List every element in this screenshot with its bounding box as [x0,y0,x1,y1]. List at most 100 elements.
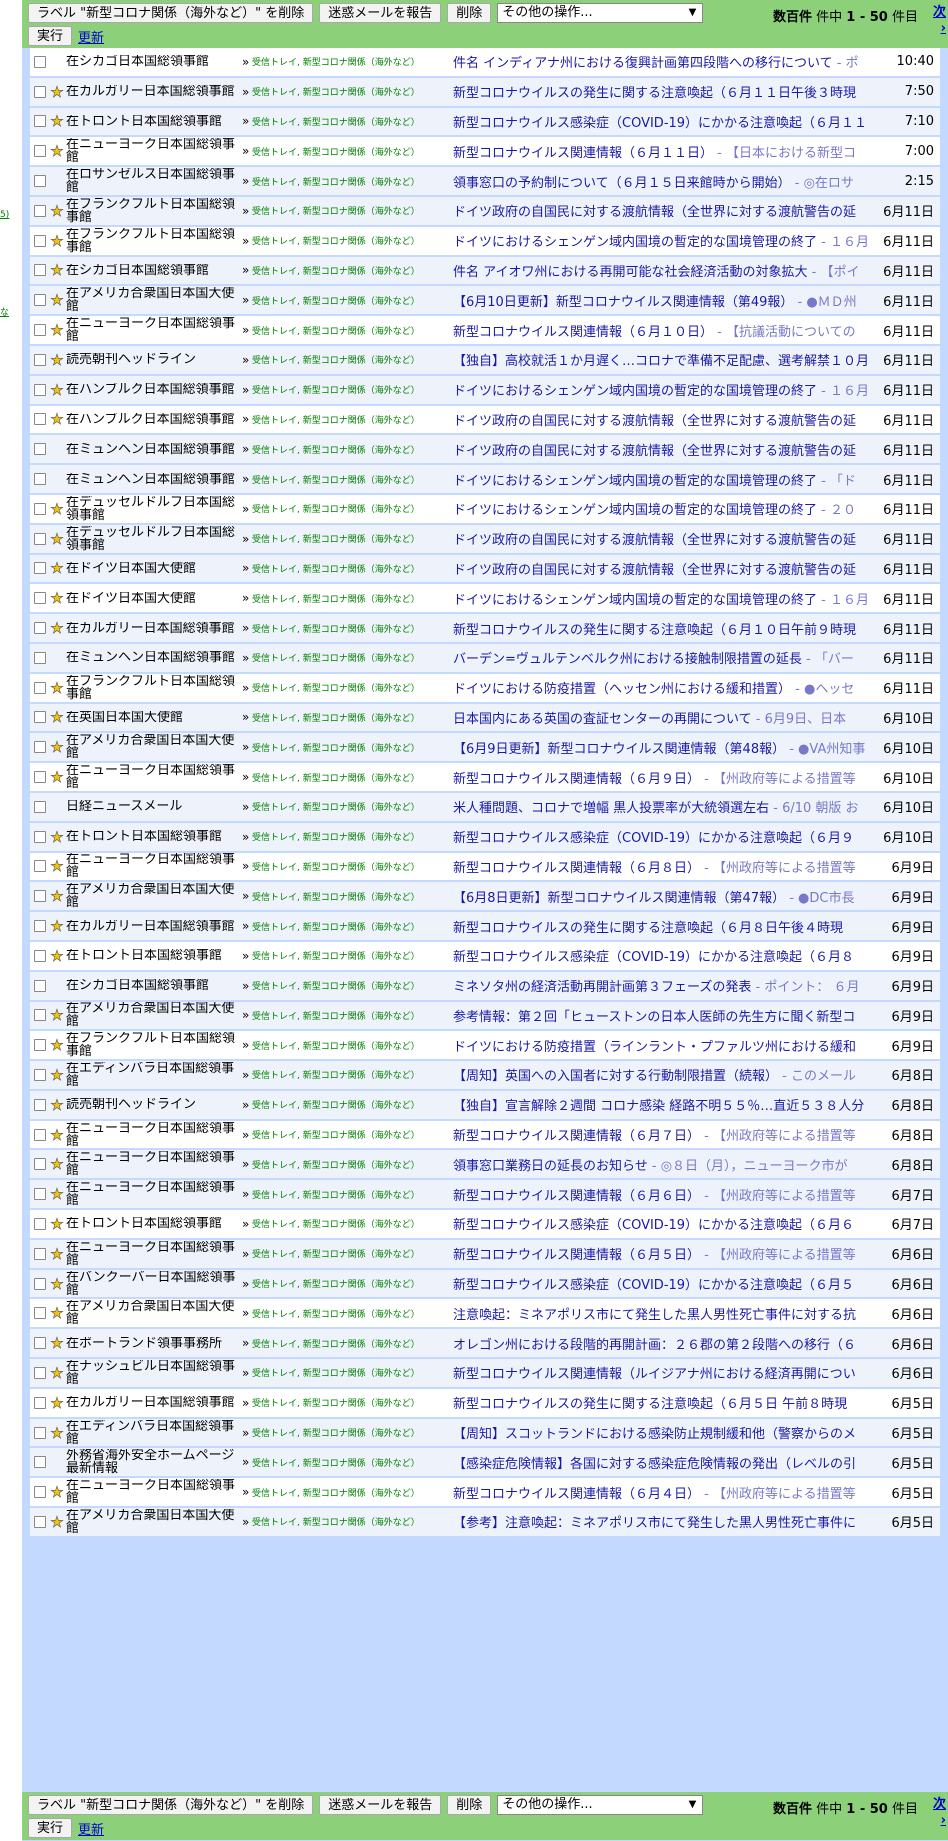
email-row[interactable]: ★ 在ニューヨーク日本国総領事館 » 受信トレイ, 新型コロナ関係（海外など） 新型コロ… [30,1478,940,1509]
star-icon[interactable]: ★ [48,1125,66,1144]
row-checkbox[interactable] [34,800,46,813]
email-subject[interactable]: 新型コロナウイルス関連情報（６月４日） - 【州政府等による措置等 [453,1483,882,1502]
email-subject[interactable]: 【6月10日更新】新型コロナウイルス関連情報（第49報） - ●ＭＤ州 [453,291,882,310]
email-subject[interactable]: ドイツ政府の自国民に対する渡航情報（全世界に対する渡航警告の延 [453,440,882,459]
star-icon[interactable]: ★ [48,768,66,787]
email-row[interactable]: 在シカゴ日本国総領事館 » 受信トレイ, 新型コロナ関係（海外など） 件名 インディア… [30,48,940,78]
email-subject[interactable]: 【周知】英国への入国者に対する行動制限措置（続報） - このメール [453,1065,882,1084]
email-row[interactable]: ★ 在トロント日本国総領事館 » 受信トレイ, 新型コロナ関係（海外など） 新型コロナウ… [30,822,940,853]
star-icon[interactable]: ★ [48,1393,66,1412]
email-row[interactable]: ★ 在ニューヨーク日本国総領事館 » 受信トレイ, 新型コロナ関係（海外など） 領事窓口… [30,1150,940,1181]
star-icon[interactable]: ★ [48,678,66,697]
email-row[interactable]: ★ 在ニューヨーク日本国総領事館 » 受信トレイ, 新型コロナ関係（海外など） 新型コロ… [30,137,940,168]
email-row[interactable]: ★ 在ポートランド領事事務所 » 受信トレイ, 新型コロナ関係（海外など） オレゴン州に… [30,1329,940,1360]
email-subject[interactable]: 新型コロナウイルス感染症（COVID-19）にかかる注意喚起（６月８ [453,946,882,965]
row-checkbox[interactable] [34,1426,46,1439]
row-checkbox[interactable] [34,1188,46,1201]
email-subject[interactable]: 新型コロナウイルスの発生に関する注意喚起（６月１０日午前９時現 [453,619,882,638]
email-row[interactable]: ★ 在トロント日本国総領事館 » 受信トレイ, 新型コロナ関係（海外など） 新型コロナウ… [30,1210,940,1240]
email-row[interactable]: 在ミュンヘン日本国総領事館 » 受信トレイ, 新型コロナ関係（海外など） バーデン=ヴ… [30,643,940,674]
row-checkbox[interactable] [34,1366,46,1379]
star-icon[interactable]: ★ [48,529,66,548]
email-row[interactable]: ★ 在ハンブルク日本国総領事館 » 受信トレイ, 新型コロナ関係（海外など） ドイツにお… [30,375,940,406]
email-row[interactable]: ★ 読売朝刊ヘッドライン » 受信トレイ, 新型コロナ関係（海外など） 【独自】宣言解除… [30,1090,940,1121]
email-subject[interactable]: ドイツにおける防疫措置（ヘッセン州における緩和措置） - ●ヘッセ [453,678,882,697]
row-checkbox[interactable] [34,1009,46,1022]
email-row[interactable]: ★ 在ニューヨーク日本国総領事館 » 受信トレイ, 新型コロナ関係（海外など） 新型コロ… [30,1180,940,1211]
email-subject[interactable]: 【感染症危険情報】各国に対する感染症危険情報の発出（レベルの引 [453,1453,882,1472]
star-icon[interactable]: ★ [48,112,66,131]
email-row[interactable]: ★ 読売朝刊ヘッドライン » 受信トレイ, 新型コロナ関係（海外など） 【独自】高校就活… [30,345,940,376]
email-row[interactable]: ★ 在英国日本国大使館 » 受信トレイ, 新型コロナ関係（海外など） 日本国内にある英国… [30,703,940,734]
email-subject[interactable]: 注意喚起：ミネアポリス市にて発生した黒人男性死亡事件に対する抗 [453,1304,882,1323]
sidebar-fragment[interactable]: な [0,305,9,318]
email-subject[interactable]: 新型コロナウイルス関連情報（６月５日） - 【州政府等による措置等 [453,1244,882,1263]
email-row[interactable]: ★ 在アメリカ合衆国日本国大使館 » 受信トレイ, 新型コロナ関係（海外など） 【6月9… [30,733,940,764]
email-row[interactable]: 外務省海外安全ホームページ 最新情報» 受信トレイ, 新型コロナ関係（海外など） 【… [30,1448,940,1479]
row-checkbox[interactable] [34,324,46,337]
execute-button[interactable]: 実行 [28,1818,73,1838]
email-row[interactable]: 在ミュンヘン日本国総領事館 » 受信トレイ, 新型コロナ関係（海外など） ドイツ政府の… [30,435,940,466]
email-row[interactable]: ★ 在バンクーバー日本国総領事館 » 受信トレイ, 新型コロナ関係（海外など） 新型コロ… [30,1269,940,1300]
row-checkbox[interactable] [34,1039,46,1052]
row-checkbox[interactable] [34,115,46,128]
email-subject[interactable]: 新型コロナウイルス関連情報（６月９日） - 【州政府等による措置等 [453,768,882,787]
email-subject[interactable]: バーデン=ヴュルテンベルク州における接触制限措置の延長 - 「バー [453,648,882,667]
email-subject[interactable]: 件名 インディアナ州における復興計画第四段階への移行について - ポ [453,52,882,71]
star-icon[interactable]: ★ [48,261,66,280]
row-checkbox[interactable] [34,473,46,486]
email-row[interactable]: ★ 在ハンブルク日本国総領事館 » 受信トレイ, 新型コロナ関係（海外など） ドイツ政府… [30,405,940,436]
execute-button[interactable]: 実行 [28,26,73,46]
star-icon[interactable]: ★ [48,1036,66,1055]
more-actions-select[interactable]: その他の操作... ▼ [497,1795,704,1815]
row-checkbox[interactable] [34,830,46,843]
row-checkbox[interactable] [34,383,46,396]
star-icon[interactable]: ★ [48,917,66,936]
row-checkbox[interactable] [34,622,46,635]
row-checkbox[interactable] [34,592,46,605]
email-row[interactable]: 在シカゴ日本国総領事館 » 受信トレイ, 新型コロナ関係（海外など） ミネソタ州の経済… [30,971,940,1002]
star-icon[interactable]: ★ [48,142,66,161]
email-row[interactable]: ★ 在デュッセルドルフ日本国総領事館 » 受信トレイ, 新型コロナ関係（海外など） ドイ… [30,524,940,555]
row-checkbox[interactable] [34,1128,46,1141]
email-row[interactable]: ★ 在フランクフルト日本国総領事館 » 受信トレイ, 新型コロナ関係（海外など） ドイツ… [30,226,940,257]
email-row[interactable]: ★ 在デュッセルドルフ日本国総領事館 » 受信トレイ, 新型コロナ関係（海外など） ドイ… [30,494,940,525]
row-checkbox[interactable] [34,771,46,784]
row-checkbox[interactable] [34,1158,46,1171]
star-icon[interactable]: ★ [48,1423,66,1442]
email-row[interactable]: ★ 在アメリカ合衆国日本国大使館 » 受信トレイ, 新型コロナ関係（海外など） 参考情報… [30,1001,940,1032]
email-row[interactable]: ★ 在アメリカ合衆国日本国大使館 » 受信トレイ, 新型コロナ関係（海外など） 注意喚起… [30,1299,940,1330]
email-subject[interactable]: 新型コロナウイルス関連情報（６月８日） - 【州政府等による措置等 [453,857,882,876]
email-row[interactable]: ★ 在ニューヨーク日本国総領事館 » 受信トレイ, 新型コロナ関係（海外など） 新型コロ… [30,316,940,346]
row-checkbox[interactable] [34,443,46,456]
star-icon[interactable]: ★ [48,1155,66,1174]
row-checkbox[interactable] [34,860,46,873]
row-checkbox[interactable] [34,651,46,664]
email-subject[interactable]: 新型コロナウイルス感染症（COVID-19）にかかる注意喚起（６月９ [453,827,882,846]
star-icon[interactable]: ★ [48,1006,66,1025]
sidebar-fragment[interactable]: 5) [0,210,9,220]
row-checkbox[interactable] [34,949,46,962]
star-icon[interactable]: ★ [48,738,66,757]
email-row[interactable]: 日経ニュースメール » 受信トレイ, 新型コロナ関係（海外など） 米人種問題、コロナで… [30,792,940,823]
email-row[interactable]: ★ 在エディンバラ日本国総領事館 » 受信トレイ, 新型コロナ関係（海外など） 【周知】… [30,1418,940,1449]
email-subject[interactable]: ドイツにおけるシェンゲン域内国境の暫定的な国境管理の終了 - １６月 [453,589,882,608]
email-row[interactable]: ★ 在フランクフルト日本国総領事館 » 受信トレイ, 新型コロナ関係（海外など） ドイツ… [30,196,940,227]
star-icon[interactable]: ★ [48,500,66,519]
star-icon[interactable]: ★ [48,1513,66,1532]
email-subject[interactable]: ドイツにおけるシェンゲン域内国境の暫定的な国境管理の終了 - １６月 [453,231,882,250]
star-icon[interactable]: ★ [48,559,66,578]
email-subject[interactable]: ドイツ政府の自国民に対する渡航情報（全世界に対する渡航警告の延 [453,529,882,548]
email-subject[interactable]: 新型コロナウイルス関連情報（６月１０日） - 【抗議活動についての [453,321,882,340]
email-row[interactable]: ★ 在ニューヨーク日本国総領事館 » 受信トレイ, 新型コロナ関係（海外など） 新型コロ… [30,1239,940,1270]
email-row[interactable]: ★ 在カルガリー日本国総領事館 » 受信トレイ, 新型コロナ関係（海外など） 新型コロナ… [30,614,940,644]
email-subject[interactable]: 新型コロナウイルス関連情報（６月７日） - 【州政府等による措置等 [453,1125,882,1144]
email-row[interactable]: ★ 在ニューヨーク日本国総領事館 » 受信トレイ, 新型コロナ関係（海外など） 新型コロ… [30,1120,940,1151]
row-checkbox[interactable] [34,1098,46,1111]
email-subject[interactable]: 【独自】高校就活１か月遅く…コロナで準備不足配慮、選考解禁１０月 [453,350,882,369]
row-checkbox[interactable] [34,890,46,903]
row-checkbox[interactable] [34,85,46,98]
row-checkbox[interactable] [34,1247,46,1260]
email-row[interactable]: ★ 在エディンバラ日本国総領事館 » 受信トレイ, 新型コロナ関係（海外など） 【周知】… [30,1061,940,1091]
next-page-link[interactable]: 次 › [933,5,946,37]
